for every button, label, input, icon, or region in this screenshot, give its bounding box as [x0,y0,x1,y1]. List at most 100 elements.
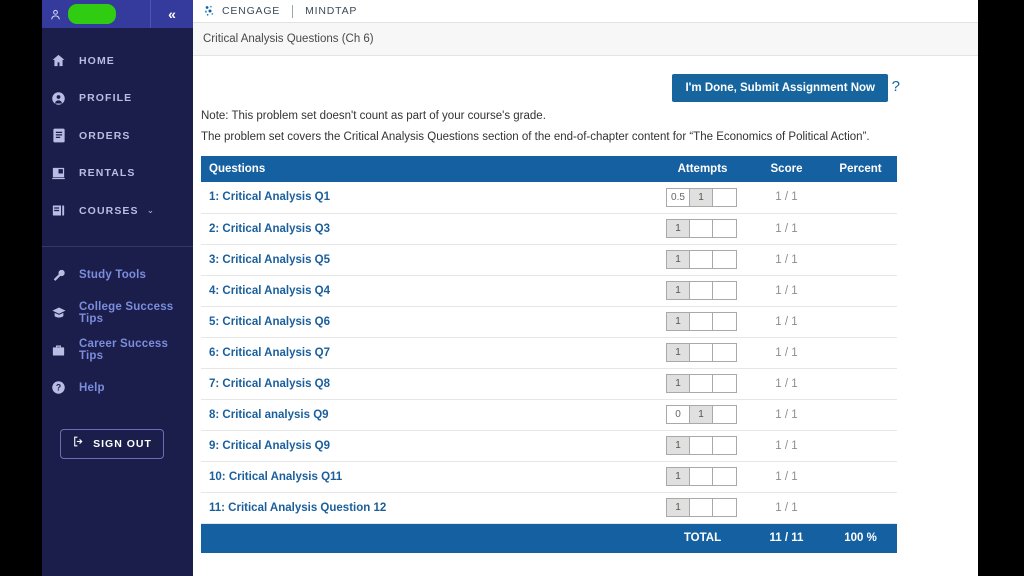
question-link[interactable]: 1: Critical Analysis Q1 [201,191,330,203]
percent-cell [824,213,897,244]
attempt-box [713,313,736,330]
attempt-box [690,220,713,237]
column-header-attempts: Attempts [656,156,749,182]
attempt-box [713,251,736,268]
sidebar-item-help[interactable]: ? Help [42,369,193,407]
percent-cell [824,244,897,275]
attempt-boxes: 1 [666,281,737,300]
question-cell: 6: Critical Analysis Q7 [201,337,656,368]
sidebar-item-profile[interactable]: PROFILE [42,80,193,118]
sidebar-item-label: College Success Tips [79,300,174,325]
sidebar-item-college-success-tips[interactable]: College Success Tips [42,294,193,332]
note-grade: Note: This problem set doesn't count as … [201,110,546,122]
sidebar-divider [42,245,193,247]
attempts-cell: 1 [656,244,749,275]
table-header-row: Questions Attempts Score Percent [201,156,897,182]
chevron-double-left-icon: « [168,6,176,22]
assignment-content: I'm Done, Submit Assignment Now ? Note: … [193,56,978,553]
score-cell: 1 / 1 [775,470,798,483]
column-header-score: Score [749,156,824,182]
home-icon [50,52,67,69]
attempt-box [690,282,713,299]
collapse-sidebar-button[interactable]: « [151,0,193,28]
mindtap-wordmark: MINDTAP [305,5,358,17]
attempt-boxes: 1 [666,219,737,238]
attempt-box: 1 [667,344,690,361]
question-link[interactable]: 10: Critical Analysis Q11 [201,471,342,483]
breadcrumb-title: Critical Analysis Questions (Ch 6) [203,33,374,45]
table-row: 1: Critical Analysis Q1 0.5 1 1 / 1 [201,182,897,213]
question-link[interactable]: 4: Critical Analysis Q4 [201,285,330,297]
question-cell: 9: Critical Analysis Q9 [201,430,656,461]
user-icon [48,7,62,21]
question-link[interactable]: 2: Critical Analysis Q3 [201,223,330,235]
attempts-cell: 0.5 1 [656,182,749,213]
question-cell: 8: Critical analysis Q9 [201,399,656,430]
percent-cell [824,306,897,337]
attempts-cell: 1 [656,430,749,461]
profile-icon [50,90,67,107]
question-cell: 11: Critical Analysis Question 12 [201,492,656,523]
question-link[interactable]: 11: Critical Analysis Question 12 [201,502,386,514]
question-link[interactable]: 8: Critical analysis Q9 [201,409,329,421]
attempts-cell: 1 [656,368,749,399]
sidebar-item-label: COURSES [79,204,139,217]
attempt-box [690,375,713,392]
attempt-box: 1 [667,375,690,392]
attempt-box [713,468,736,485]
attempt-box: 1 [667,468,690,485]
question-link[interactable]: 3: Critical Analysis Q5 [201,254,330,266]
attempt-boxes: 1 [666,467,737,486]
attempt-box: 1 [667,220,690,237]
score-cell: 1 / 1 [775,284,798,297]
question-link[interactable]: 9: Critical Analysis Q9 [201,440,330,452]
sidebar-secondary-nav: Study Tools College Success Tips Career … [42,257,193,407]
attempt-box [690,437,713,454]
sidebar-item-home[interactable]: HOME [42,42,193,80]
sign-out-button[interactable]: SIGN OUT [60,428,164,459]
percent-cell [824,337,897,368]
attempts-cell: 1 [656,461,749,492]
question-link[interactable]: 6: Critical Analysis Q7 [201,347,330,359]
attempt-box: 1 [667,282,690,299]
sidebar-item-study-tools[interactable]: Study Tools [42,257,193,295]
help-icon: ? [50,379,67,396]
attempt-boxes: 1 [666,498,737,517]
question-cell: 5: Critical Analysis Q6 [201,306,656,337]
score-cell: 1 / 1 [775,315,798,328]
sidebar-item-orders[interactable]: ORDERS [42,117,193,155]
percent-cell [824,399,897,430]
score-cell: 1 / 1 [775,439,798,452]
attempt-box [713,282,736,299]
attempt-box: 1 [667,499,690,516]
attempt-box [713,437,736,454]
total-blank [201,523,656,553]
table-row: 5: Critical Analysis Q6 1 1 / 1 [201,306,897,337]
svg-text:?: ? [56,383,61,393]
sidebar: « HOME PROFILE ORDERS RENTALS COURSES ⌄ … [42,0,193,576]
cengage-logo[interactable]: CENGAGE MINDTAP [203,4,357,18]
question-link[interactable]: 5: Critical Analysis Q6 [201,316,330,328]
attempt-box [713,188,736,206]
graduation-icon [50,304,67,321]
question-link[interactable]: 7: Critical Analysis Q8 [201,378,330,390]
right-letterbox [978,0,1024,576]
total-percent: 100 % [824,523,897,553]
table-row: 3: Critical Analysis Q5 1 1 / 1 [201,244,897,275]
percent-cell [824,492,897,523]
attempt-box: 1 [667,313,690,330]
note-coverage: The problem set covers the Critical Anal… [201,131,870,143]
sidebar-item-career-success-tips[interactable]: Career Success Tips [42,332,193,370]
total-row: TOTAL 11 / 11 100 % [201,523,897,553]
help-question-mark-icon[interactable]: ? [892,78,900,95]
sidebar-item-rentals[interactable]: RENTALS [42,155,193,193]
logo-separator [292,4,294,18]
attempts-cell: 1 [656,275,749,306]
sidebar-item-courses[interactable]: COURSES ⌄ [42,192,193,230]
attempt-box [713,375,736,392]
attempts-cell: 1 [656,213,749,244]
attempt-box: 1 [667,437,690,454]
submit-assignment-button[interactable]: I'm Done, Submit Assignment Now [672,74,888,102]
main-panel: CENGAGE MINDTAP Critical Analysis Questi… [193,0,978,576]
sidebar-item-label: ORDERS [79,129,131,142]
